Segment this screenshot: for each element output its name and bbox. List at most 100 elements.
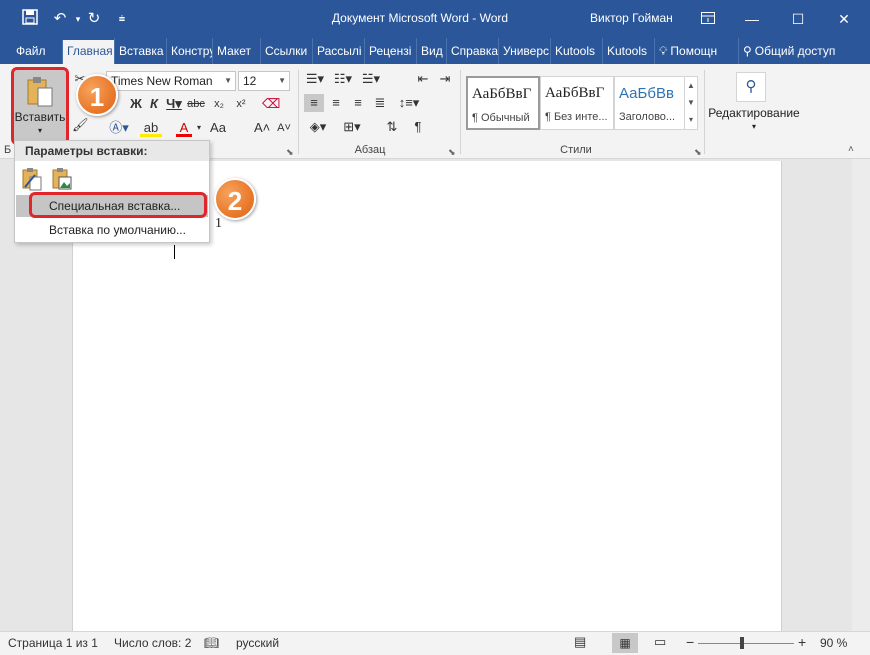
- editing-button-label[interactable]: Редактирование: [708, 106, 800, 120]
- shrink-font-icon[interactable]: A˅: [276, 119, 292, 137]
- title-bar: ↶ ▾ ↻ ⩧ Документ Microsoft Word - Word В…: [0, 0, 870, 38]
- proofing-icon[interactable]: 📖︎: [204, 636, 219, 650]
- tab-help[interactable]: Справка: [446, 38, 498, 64]
- close-icon[interactable]: ✕: [824, 6, 864, 32]
- web-layout-icon[interactable]: ▭: [654, 634, 666, 650]
- read-mode-icon[interactable]: ▤: [574, 634, 586, 650]
- tab-insert[interactable]: Вставка: [114, 38, 166, 64]
- tab-view[interactable]: Вид: [416, 38, 446, 64]
- zoom-slider-track[interactable]: [698, 643, 794, 644]
- undo-icon[interactable]: ↶: [50, 9, 70, 29]
- minimize-icon[interactable]: —: [732, 6, 772, 32]
- font-size-combo[interactable]: 12 ▼: [238, 71, 290, 91]
- text-cursor: [174, 245, 175, 259]
- numbering-icon[interactable]: ☷▾: [332, 70, 354, 88]
- font-name-combo[interactable]: Times New Roman ▼: [106, 71, 236, 91]
- font-color-dropdown-icon[interactable]: ▾: [194, 119, 204, 137]
- clipboard-group-label: Б: [4, 144, 12, 156]
- tab-layout[interactable]: Макет: [212, 38, 260, 64]
- keep-source-formatting-icon[interactable]: [21, 167, 43, 191]
- redo-icon[interactable]: ↻: [84, 9, 104, 29]
- document-text: 1: [215, 216, 222, 231]
- tab-file[interactable]: Файл: [12, 38, 50, 64]
- separator: [460, 70, 461, 154]
- increase-indent-icon[interactable]: ⇥: [436, 70, 454, 88]
- save-icon[interactable]: [20, 9, 40, 29]
- zoom-in-icon[interactable]: +: [798, 634, 806, 650]
- share-label: Общий доступ: [754, 44, 836, 58]
- tab-design[interactable]: Констру: [166, 38, 212, 64]
- tab-mailings[interactable]: Рассылі: [312, 38, 364, 64]
- language-indicator[interactable]: русский: [236, 636, 279, 650]
- underline-icon[interactable]: Ч▾: [164, 95, 184, 113]
- style-name: ¶ Без инте...: [545, 111, 608, 123]
- text-effects-icon[interactable]: Ⓐ▾: [108, 119, 130, 137]
- lightbulb-icon: 💡︎: [659, 44, 668, 58]
- highlight-color-icon[interactable]: ab: [140, 119, 162, 137]
- align-right-icon[interactable]: ≡: [348, 94, 368, 112]
- styles-scroll[interactable]: ▲ ▼ ▾: [684, 76, 698, 130]
- tab-home[interactable]: Главная: [62, 40, 114, 64]
- strikethrough-icon[interactable]: abc: [186, 95, 206, 113]
- shading-icon[interactable]: ◈▾: [304, 118, 332, 136]
- align-center-icon[interactable]: ≡: [326, 94, 346, 112]
- show-formatting-marks-icon[interactable]: ¶: [410, 118, 426, 136]
- word-count[interactable]: Число слов: 2: [114, 636, 191, 650]
- tab-tell-me[interactable]: 💡︎ Помощн: [654, 38, 736, 64]
- document-title: Документ Microsoft Word - Word: [331, 11, 509, 25]
- justify-icon[interactable]: ≣: [370, 94, 390, 112]
- paragraph-dialog-launcher-icon[interactable]: ⬊: [448, 147, 456, 158]
- font-color-icon[interactable]: A: [176, 119, 192, 137]
- paste-options-header: Параметры вставки:: [15, 141, 209, 161]
- page-count[interactable]: Страница 1 из 1: [8, 636, 98, 650]
- editing-dropdown-icon[interactable]: ▾: [708, 122, 800, 131]
- subscript-icon[interactable]: x₂: [210, 95, 228, 113]
- style-no-spacing[interactable]: АаБбВвГ ¶ Без инте...: [540, 76, 614, 130]
- styles-dialog-launcher-icon[interactable]: ⬊: [694, 147, 702, 158]
- bold-icon[interactable]: Ж: [128, 95, 144, 113]
- bullets-icon[interactable]: ☰▾: [304, 70, 326, 88]
- user-name[interactable]: Виктор Гойман: [590, 11, 673, 25]
- italic-icon[interactable]: К: [146, 95, 162, 113]
- zoom-level[interactable]: 90 %: [820, 636, 847, 650]
- font-size-value: 12: [243, 74, 257, 88]
- superscript-icon[interactable]: x²: [232, 95, 250, 113]
- tab-review[interactable]: Рецензі: [364, 38, 416, 64]
- tab-references[interactable]: Ссылки: [260, 38, 312, 64]
- search-icon[interactable]: ⚲: [736, 72, 766, 102]
- style-name: ¶ Обычный: [472, 112, 530, 124]
- paste-picture-icon[interactable]: [51, 167, 73, 191]
- set-default-paste-item[interactable]: Вставка по умолчанию...: [16, 219, 208, 241]
- person-icon: ⚲: [743, 44, 752, 58]
- clear-formatting-icon[interactable]: ⌫: [262, 95, 280, 113]
- style-preview: АаБбВвГ: [545, 85, 605, 101]
- zoom-slider-thumb[interactable]: [740, 637, 744, 649]
- customize-toolbar-icon[interactable]: ⩧: [112, 9, 132, 29]
- zoom-out-icon[interactable]: −: [686, 634, 694, 650]
- style-normal[interactable]: АаБбВвГ ¶ Обычный: [466, 76, 540, 130]
- change-case-icon[interactable]: Aa: [208, 119, 228, 137]
- styles-group-label: Стили: [560, 144, 592, 156]
- format-painter-icon[interactable]: 🖌︎: [72, 116, 89, 134]
- style-heading-1[interactable]: АаБбВв Заголово...: [614, 76, 688, 130]
- sort-icon[interactable]: ⇅: [382, 118, 402, 136]
- maximize-icon[interactable]: ☐: [778, 6, 818, 32]
- grow-font-icon[interactable]: A˄: [254, 119, 270, 137]
- separator: [298, 70, 299, 154]
- tab-universal[interactable]: Универс: [498, 38, 550, 64]
- font-dialog-launcher-icon[interactable]: ⬊: [286, 147, 294, 158]
- status-bar: Страница 1 из 1 Число слов: 2 📖︎ русский…: [0, 631, 870, 655]
- share-button[interactable]: ⚲ Общий доступ: [738, 38, 866, 64]
- multilevel-list-icon[interactable]: ☱▾: [360, 70, 382, 88]
- vertical-scrollbar[interactable]: [852, 159, 870, 631]
- collapse-ribbon-icon[interactable]: ˄: [848, 144, 854, 155]
- tab-kutools-plus[interactable]: Kutools: [602, 38, 654, 64]
- print-layout-icon[interactable]: ▦: [612, 633, 638, 653]
- align-left-icon[interactable]: ≡: [304, 94, 324, 112]
- ribbon-display-options-icon[interactable]: [688, 6, 728, 32]
- line-spacing-icon[interactable]: ↕≡▾: [394, 94, 424, 112]
- borders-icon[interactable]: ⊞▾: [338, 118, 366, 136]
- tab-kutools[interactable]: Kutools: [550, 38, 602, 64]
- decrease-indent-icon[interactable]: ⇤: [414, 70, 432, 88]
- step-2-badge: 2: [214, 178, 256, 220]
